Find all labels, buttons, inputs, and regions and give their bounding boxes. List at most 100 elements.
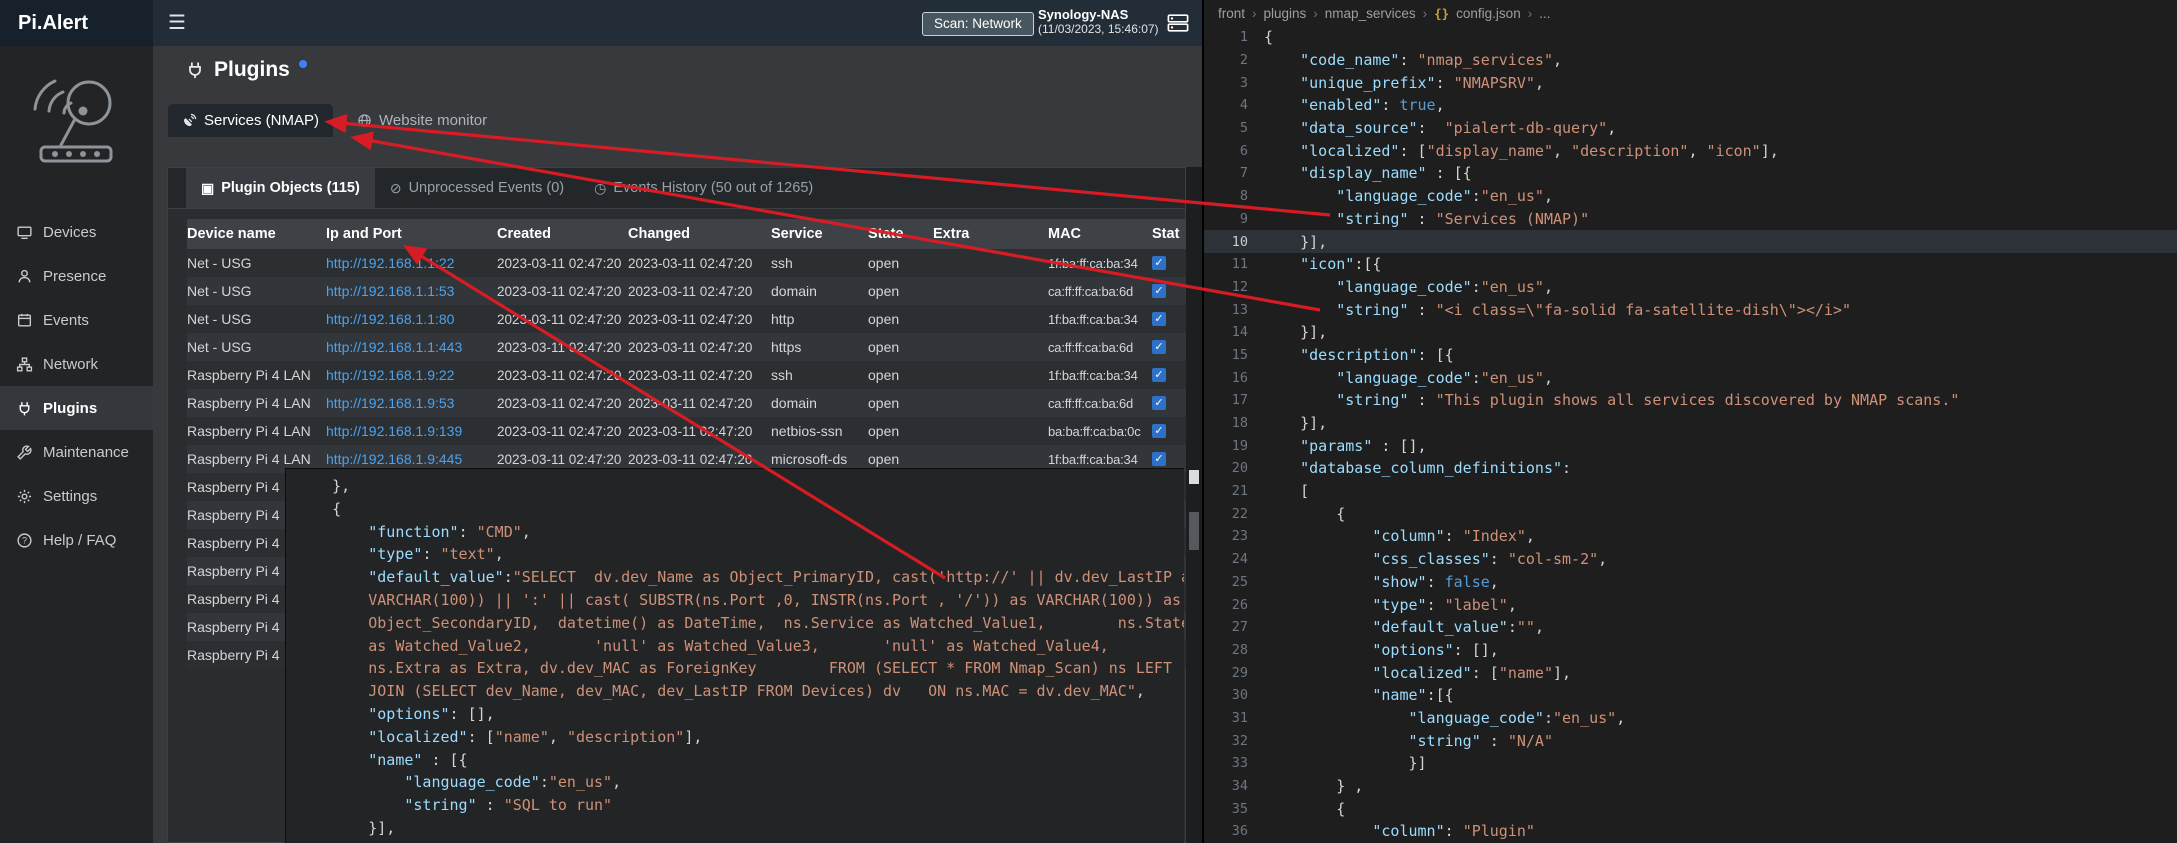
code-line: 7 "display_name" : [{ [1204,162,2177,185]
device-name-cell: Raspberry Pi 4 LAN [187,423,326,439]
ip-port-link-text[interactable]: http://192.168.1.9:22 [326,367,454,383]
tab-unprocessed-events[interactable]: ⊘ Unprocessed Events (0) [375,168,579,208]
overlay-code-line: Object_SecondaryID, datetime() as DateTi… [296,614,1184,637]
line-number: 21 [1204,483,1264,499]
row-checkbox[interactable]: ✓ [1152,340,1166,354]
tab-services-nmap[interactable]: Services (NMAP) [168,104,333,137]
row-checkbox[interactable]: ✓ [1152,452,1166,466]
changed-cell: 2023-03-11 02:47:20 [628,424,771,439]
ip-port-link-text[interactable]: http://192.168.1.9:53 [326,395,454,411]
page-title: Plugins [185,58,307,82]
overlay-code-line: "type": "text", [296,545,1184,568]
code-line: 30 "name":[{ [1204,684,2177,707]
table-row[interactable]: Net - USGhttp://192.168.1.1:802023-03-11… [187,305,1186,333]
code-text: { [1264,505,1345,523]
sidebar-item-plugins[interactable]: Plugins [0,386,153,430]
gear-icon [16,488,33,505]
code-text: "language_code":"en_us", [1264,187,1553,205]
ip-port-link-text[interactable]: http://192.168.1.1:80 [326,311,454,327]
column-header[interactable]: Device name [187,226,326,242]
ip-port-link-text[interactable]: http://192.168.1.9:139 [326,423,462,439]
nas-icon[interactable] [1166,11,1190,35]
column-header[interactable]: Created [497,226,628,242]
tab-website-monitor[interactable]: Website monitor [343,104,501,137]
table-row[interactable]: Net - USGhttp://192.168.1.1:4432023-03-1… [187,333,1186,361]
column-header[interactable]: Stat [1152,226,1186,242]
ip-port-link-text[interactable]: http://192.168.1.1:443 [326,339,462,355]
overlay-code-line: as Watched_Value2, 'null' as Watched_Val… [296,637,1184,660]
ip-port-link[interactable]: http://192.168.1.9:22 [326,367,497,383]
sidebar-item-help[interactable]: ? Help / FAQ [0,518,153,562]
ip-port-link[interactable]: http://192.168.1.1:80 [326,311,497,327]
ip-port-link[interactable]: http://192.168.1.9:445 [326,451,497,467]
row-checkbox[interactable]: ✓ [1152,312,1166,326]
sidebar-item-network[interactable]: Network [0,342,153,386]
table-row[interactable]: Net - USGhttp://192.168.1.1:222023-03-11… [187,249,1186,277]
breadcrumb-item[interactable]: front [1218,6,1245,21]
column-header[interactable]: Extra [933,226,1048,242]
code-line: 31 "language_code":"en_us", [1204,707,2177,730]
sidebar-item-events[interactable]: Events [0,298,153,342]
table-row[interactable]: Raspberry Pi 4 LANhttp://192.168.1.9:532… [187,389,1186,417]
ip-port-link[interactable]: http://192.168.1.1:443 [326,339,497,355]
ip-port-link-text[interactable]: http://192.168.1.1:53 [326,283,454,299]
line-number: 9 [1204,211,1264,227]
scan-status-badge: Scan: Network [922,12,1034,36]
row-checkbox[interactable]: ✓ [1152,256,1166,270]
column-header[interactable]: Changed [628,226,771,242]
brand-logo[interactable]: Pi.Alert [0,0,153,46]
row-checkbox[interactable]: ✓ [1152,424,1166,438]
overlay-code-line: "language_code":"en_us", [296,773,1184,796]
table-scrollbar[interactable] [1186,167,1202,843]
state-cell: open [868,423,933,439]
breadcrumb-item[interactable]: config.json [1456,6,1521,21]
table-scrollbar-thumb[interactable] [1189,512,1199,550]
code-text: "column": "Index", [1264,527,1535,545]
row-checkbox[interactable]: ✓ [1152,396,1166,410]
overlay-scrollbar-thumb[interactable] [1189,470,1199,484]
row-checkbox[interactable]: ✓ [1152,284,1166,298]
code-line: 15 "description": [{ [1204,344,2177,367]
sidebar-item-presence[interactable]: Presence [0,254,153,298]
status-cell: ✓ [1152,312,1186,326]
ip-port-link[interactable]: http://192.168.1.1:53 [326,283,497,299]
menu-toggle-icon[interactable]: ☰ [168,10,186,35]
column-header[interactable]: MAC [1048,226,1152,242]
device-name-cell: Net - USG [187,283,326,299]
line-number: 3 [1204,75,1264,91]
table-row[interactable]: Raspberry Pi 4 LANhttp://192.168.1.9:222… [187,361,1186,389]
status-cell: ✓ [1152,452,1186,466]
sidebar-item-settings[interactable]: Settings [0,474,153,518]
tab-label: Website monitor [379,112,487,129]
breadcrumb-item[interactable]: plugins [1264,6,1307,21]
created-cell: 2023-03-11 02:47:20 [497,284,628,299]
code-text: "icon":[{ [1264,255,1381,273]
code-line: 10 }], [1204,230,2177,253]
column-header[interactable]: State [868,226,933,242]
breadcrumb-item[interactable]: nmap_services [1325,6,1416,21]
tab-events-history[interactable]: ◷ Events History (50 out of 1265) [579,168,828,208]
cube-icon: ▣ [201,180,214,197]
column-header[interactable]: Service [771,226,868,242]
sql-editor-overlay[interactable]: }, { "function": "CMD", "type": "text", … [285,468,1184,843]
ip-port-link-text[interactable]: http://192.168.1.9:445 [326,451,462,467]
table-row[interactable]: Net - USGhttp://192.168.1.1:53 2023-03-11… [187,277,1186,305]
tab-plugin-objects[interactable]: ▣ Plugin Objects (115) [186,168,375,208]
sidebar-item-maintenance[interactable]: Maintenance [0,430,153,474]
row-checkbox[interactable]: ✓ [1152,368,1166,382]
code-area[interactable]: 1{2 "code_name": "nmap_services",3 "uniq… [1204,26,2177,843]
sidebar-item-devices[interactable]: Devices [0,210,153,254]
ip-port-link[interactable]: http://192.168.1.1:22 [326,255,497,271]
table-row[interactable]: Raspberry Pi 4 LANhttp://192.168.1.9:139… [187,417,1186,445]
ip-port-link-text[interactable]: http://192.168.1.1:22 [326,255,454,271]
device-name-cell: Net - USG [187,339,326,355]
ip-port-link[interactable]: http://192.168.1.9:139 [326,423,497,439]
column-header[interactable]: Ip and Port [326,226,497,242]
code-text: "database_column_definitions": [1264,459,1571,477]
ip-port-link[interactable]: http://192.168.1.9:53 [326,395,497,411]
breadcrumb-item[interactable]: ... [1539,6,1550,21]
created-cell: 2023-03-11 02:47:20 [497,368,628,383]
code-text: [ [1264,482,1309,500]
chevron-right-icon: › [1252,6,1257,21]
sidebar-item-label: Help / FAQ [43,532,116,549]
